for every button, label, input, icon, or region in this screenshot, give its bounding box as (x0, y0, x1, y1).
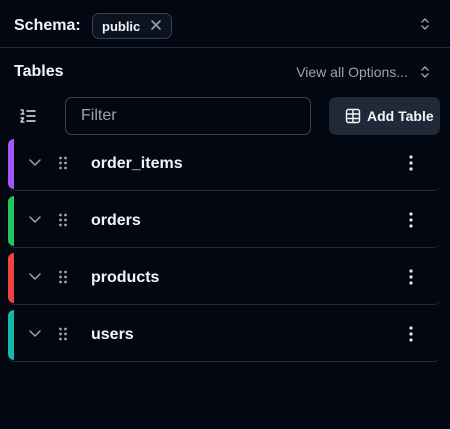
table-row-orders[interactable]: orders (8, 196, 440, 248)
schema-chip[interactable]: public (92, 13, 172, 39)
table-color-accent (8, 310, 14, 360)
chevron-down-icon[interactable] (28, 272, 42, 282)
drag-handle-icon[interactable] (58, 326, 68, 342)
table-color-accent (8, 196, 14, 246)
schema-bar: Schema: public (0, 0, 450, 48)
more-vertical-icon[interactable] (408, 325, 414, 343)
more-vertical-icon[interactable] (408, 154, 414, 172)
table-row-order-items[interactable]: order_items (8, 139, 440, 191)
table-name: order_items (91, 155, 183, 172)
list-ordered-icon[interactable] (19, 108, 37, 124)
table-color-accent (8, 139, 14, 189)
table-row-products[interactable]: products (8, 253, 440, 305)
table-name: orders (91, 212, 141, 229)
chevron-down-icon[interactable] (28, 215, 42, 225)
more-vertical-icon[interactable] (408, 268, 414, 286)
table-icon (345, 108, 361, 124)
schema-label: Schema: (14, 17, 81, 34)
chevron-up-down-icon[interactable] (420, 17, 430, 31)
drag-handle-icon[interactable] (58, 212, 68, 228)
table-name: products (91, 269, 160, 286)
view-all-options[interactable]: View all Options... (296, 64, 408, 80)
tables-title: Tables (14, 63, 64, 80)
drag-handle-icon[interactable] (58, 155, 68, 171)
chevron-up-down-icon[interactable] (420, 65, 430, 79)
table-name: users (91, 326, 134, 343)
more-vertical-icon[interactable] (408, 211, 414, 229)
filter-input[interactable] (65, 97, 311, 135)
table-row-users[interactable]: users (8, 310, 440, 362)
add-table-button[interactable]: Add Table (329, 97, 440, 135)
chevron-down-icon[interactable] (28, 329, 42, 339)
table-color-accent (8, 253, 14, 303)
close-icon[interactable] (149, 18, 163, 32)
chevron-down-icon[interactable] (28, 158, 42, 168)
drag-handle-icon[interactable] (58, 269, 68, 285)
add-table-label: Add Table (367, 108, 434, 124)
schema-chip-label: public (102, 18, 141, 34)
